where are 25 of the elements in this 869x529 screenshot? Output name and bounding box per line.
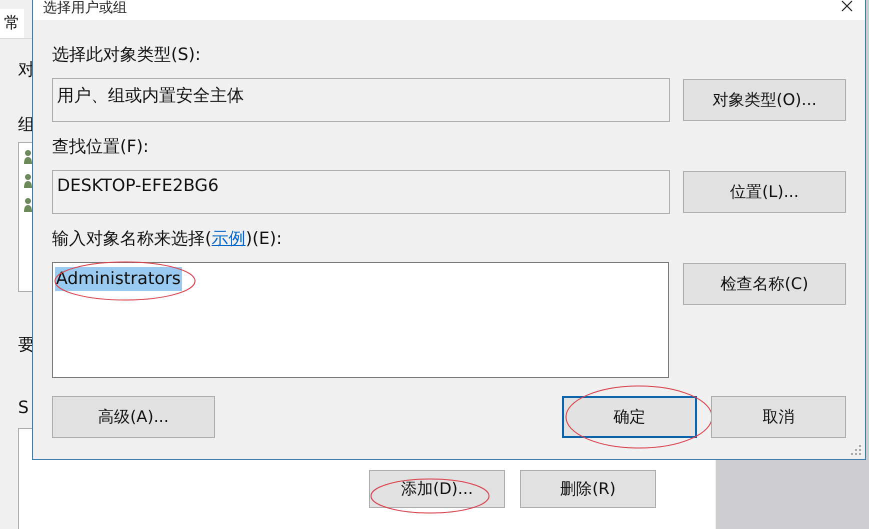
- ok-button[interactable]: 确定: [562, 396, 697, 438]
- field-label: 对: [18, 59, 35, 81]
- close-icon[interactable]: [841, 0, 853, 12]
- examples-link[interactable]: 示例: [212, 229, 246, 249]
- field-label: 输入对象名称来选择(示例)(E):: [52, 228, 284, 250]
- user-icon: [23, 197, 33, 213]
- readonly-field: 用户、组或内置安全主体: [52, 78, 670, 122]
- cancel-button[interactable]: 取消: [711, 396, 846, 438]
- resize-grip-icon[interactable]: [850, 444, 862, 456]
- tab[interactable]: 常: [0, 9, 24, 38]
- field-label: 选择此对象类型(S):: [52, 44, 202, 66]
- readonly-field: DESKTOP-EFE2BG6: [52, 170, 670, 214]
- remove-button[interactable]: 删除(R): [520, 470, 656, 508]
- field-label: 查找位置(F):: [52, 136, 150, 158]
- names-input-field[interactable]: Administrators: [52, 262, 669, 378]
- user-icon: [23, 149, 33, 165]
- object-types-button[interactable]: 对象类型(O)...: [683, 79, 846, 121]
- field-label: S: [18, 398, 29, 418]
- locations-button[interactable]: 位置(L)...: [683, 171, 846, 213]
- check-names-button[interactable]: 检查名称(C): [683, 263, 846, 305]
- window-title: 选择用户或组: [43, 0, 127, 16]
- add-button[interactable]: 添加(D)...: [369, 470, 505, 508]
- advanced-button[interactable]: 高级(A)...: [52, 396, 215, 438]
- field-label: 要: [18, 334, 35, 356]
- user-icon: [23, 173, 33, 189]
